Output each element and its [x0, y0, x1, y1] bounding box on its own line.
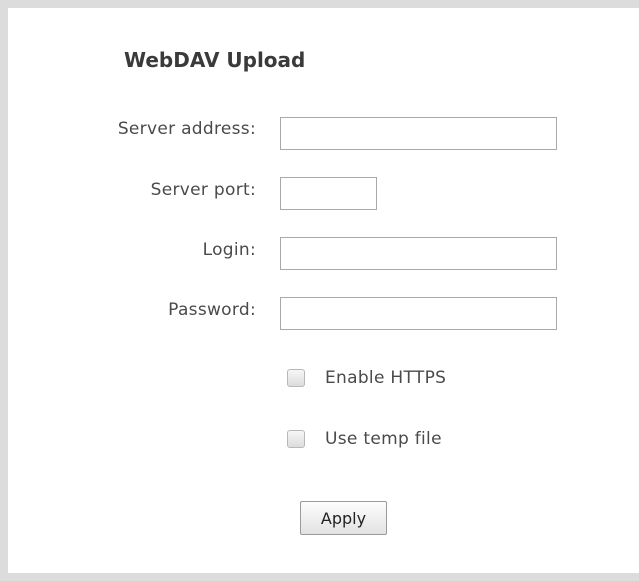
password-label: Password: [168, 300, 256, 320]
login-label: Login: [202, 240, 256, 260]
panel-title: WebDAV Upload [124, 48, 306, 72]
enable-https-option: Enable HTTPS [287, 368, 446, 388]
server-port-input[interactable] [280, 177, 377, 210]
password-input[interactable] [280, 297, 557, 330]
use-temp-file-label: Use temp file [325, 429, 442, 449]
enable-https-label: Enable HTTPS [325, 368, 447, 388]
apply-button[interactable]: Apply [300, 501, 387, 535]
server-address-input[interactable] [280, 117, 557, 150]
enable-https-checkbox[interactable] [287, 369, 305, 387]
webdav-upload-panel: WebDAV Upload Server address: Server por… [8, 8, 639, 573]
use-temp-file-option: Use temp file [287, 429, 442, 449]
server-port-label: Server port: [150, 180, 256, 200]
server-address-label: Server address: [117, 119, 256, 139]
use-temp-file-checkbox[interactable] [287, 430, 305, 448]
login-input[interactable] [280, 237, 557, 270]
